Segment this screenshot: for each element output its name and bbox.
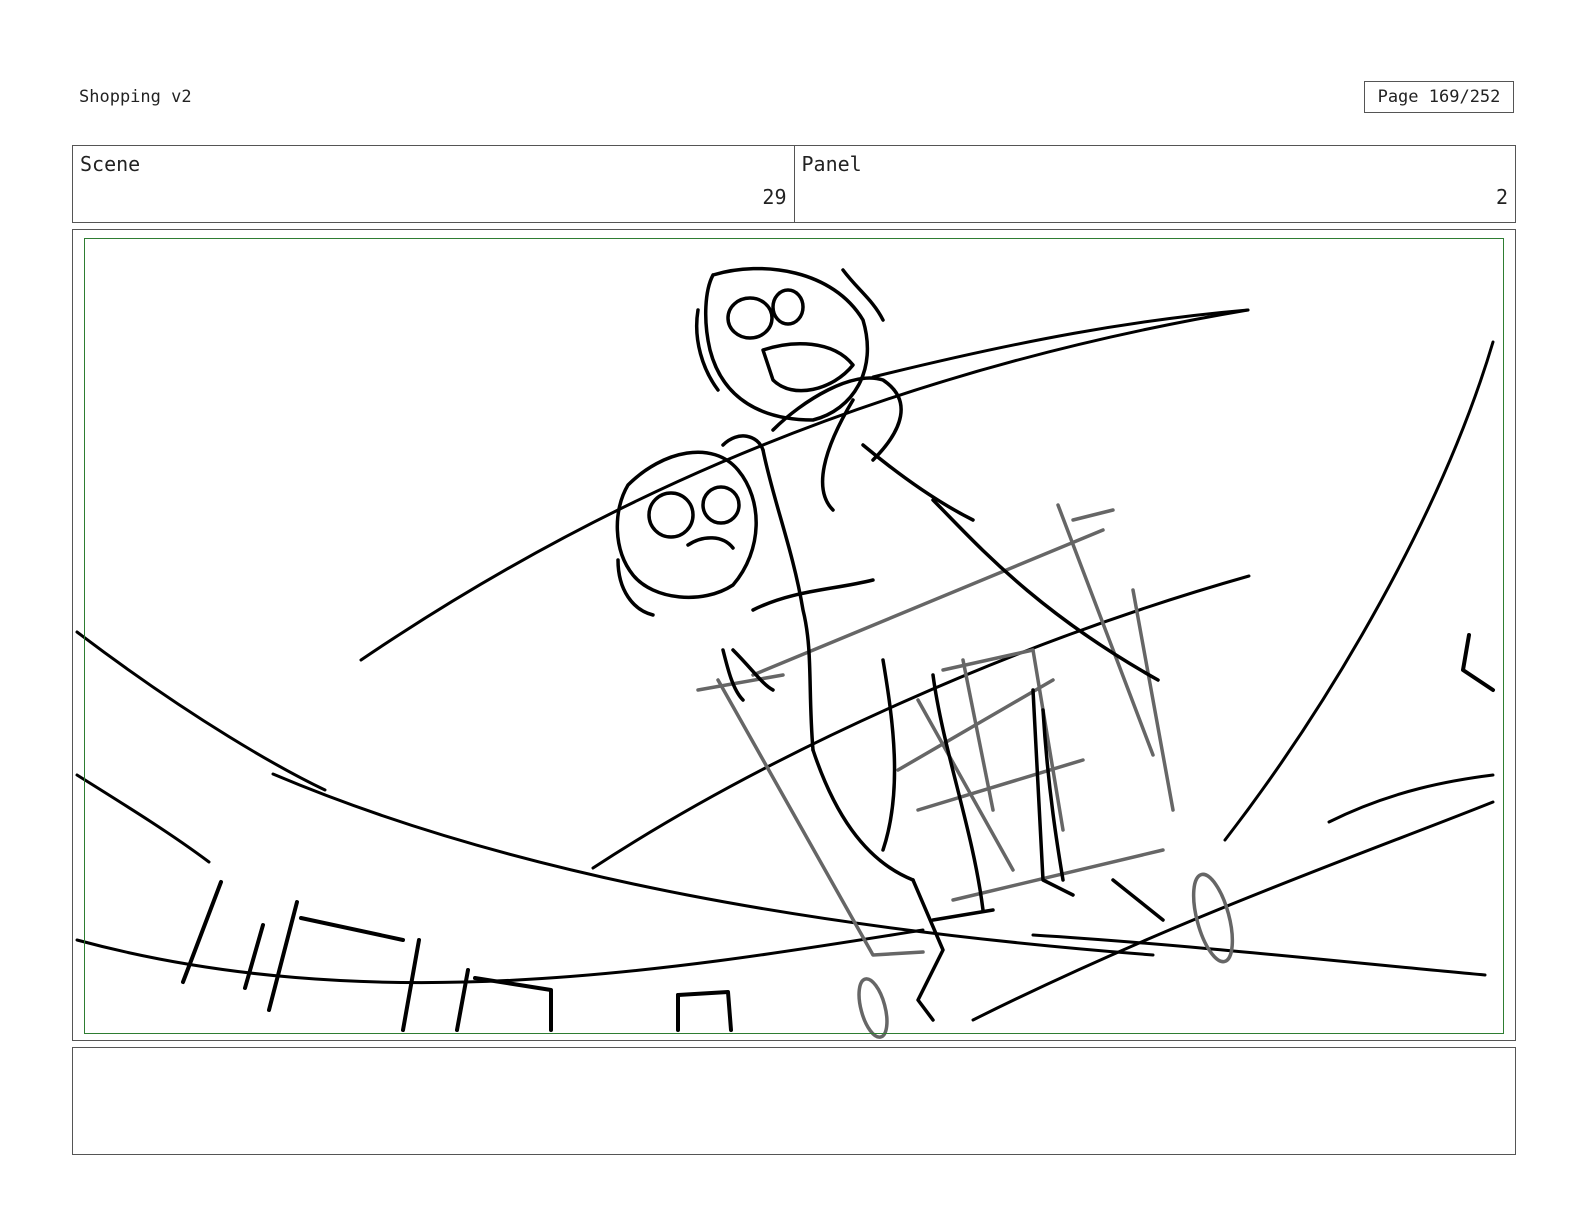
shopping-cart	[696, 503, 1235, 1039]
scene-label: Scene	[80, 152, 141, 176]
storyboard-sketch	[75, 266, 1495, 1039]
project-title: Shopping v2	[79, 87, 192, 107]
panel-number: 2	[1495, 185, 1508, 209]
scene-panel-info: Scene 29 Panel 2	[72, 145, 1516, 223]
background-building	[181, 633, 1495, 1032]
page-indicator: Page 169/252	[1364, 81, 1514, 113]
scene-number: 29	[762, 185, 787, 209]
panel-label: Panel	[801, 152, 862, 176]
notes-box	[72, 1047, 1516, 1155]
panel-cell: Panel 2	[793, 146, 1516, 222]
storyboard-frame	[72, 229, 1516, 1041]
characters	[615, 266, 1165, 1022]
scene-cell: Scene 29	[73, 146, 794, 222]
